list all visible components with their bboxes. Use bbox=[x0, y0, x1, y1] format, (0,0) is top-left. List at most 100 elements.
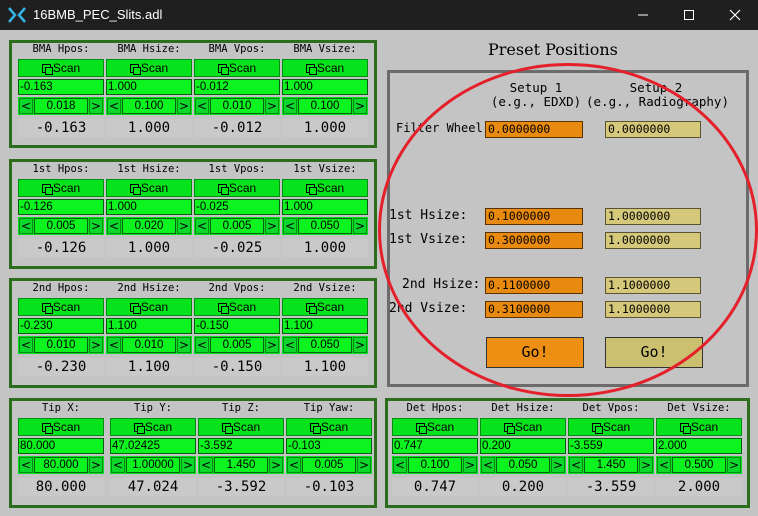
tweak-left-button[interactable]: < bbox=[107, 218, 121, 234]
tweak-right-button[interactable]: > bbox=[727, 457, 741, 473]
bma-bma-vsize-tweak-step-input[interactable]: 0.100 bbox=[298, 98, 352, 114]
tweak-left-button[interactable]: < bbox=[111, 457, 125, 473]
first-1st-vsize-tweak-step-input[interactable]: 0.050 bbox=[298, 218, 352, 234]
first-1st-hsize-tweak-step-input[interactable]: 0.020 bbox=[122, 218, 176, 234]
tweak-left-button[interactable]: < bbox=[199, 457, 213, 473]
second-2nd-hsize-scan-button[interactable]: Scan bbox=[106, 298, 192, 316]
tweak-left-button[interactable]: < bbox=[107, 98, 121, 114]
second-2nd-vpos-scan-button[interactable]: Scan bbox=[194, 298, 280, 316]
tweak-left-button[interactable]: < bbox=[195, 337, 209, 353]
second-2nd-hpos-tweak-step-input[interactable]: 0.010 bbox=[34, 337, 88, 353]
tip-tip-z-scan-button[interactable]: Scan bbox=[198, 418, 284, 436]
second-2nd-hpos-scan-button[interactable]: Scan bbox=[18, 298, 104, 316]
bma-bma-hpos-tweak-step-input[interactable]: 0.018 bbox=[34, 98, 88, 114]
tweak-right-button[interactable]: > bbox=[269, 457, 283, 473]
tip-tip-yaw-setpoint-input[interactable]: -0.103 bbox=[286, 438, 372, 454]
tweak-left-button[interactable]: < bbox=[569, 457, 583, 473]
det-det-vpos-scan-button[interactable]: Scan bbox=[568, 418, 654, 436]
setup2-second-hsize-input[interactable]: 1.1000000 bbox=[605, 277, 701, 294]
tweak-right-button[interactable]: > bbox=[265, 337, 279, 353]
first-1st-hpos-setpoint-input[interactable]: -0.126 bbox=[18, 199, 104, 215]
first-1st-vpos-tweak-step-input[interactable]: 0.005 bbox=[210, 218, 264, 234]
second-2nd-hsize-setpoint-input[interactable]: 1.100 bbox=[106, 318, 192, 334]
det-det-vsize-setpoint-input[interactable]: 2.000 bbox=[656, 438, 742, 454]
setup1-first-hsize-input[interactable]: 0.1000000 bbox=[485, 208, 583, 225]
setup2-first-hsize-input[interactable]: 1.0000000 bbox=[605, 208, 701, 225]
bma-bma-vpos-tweak-step-input[interactable]: 0.010 bbox=[210, 98, 264, 114]
tip-tip-x-scan-button[interactable]: Scan bbox=[18, 418, 104, 436]
det-det-vsize-tweak-step-input[interactable]: 0.500 bbox=[672, 457, 726, 473]
tweak-right-button[interactable]: > bbox=[177, 337, 191, 353]
det-det-hsize-tweak-step-input[interactable]: 0.050 bbox=[496, 457, 550, 473]
tweak-right-button[interactable]: > bbox=[639, 457, 653, 473]
tip-tip-y-scan-button[interactable]: Scan bbox=[110, 418, 196, 436]
tweak-right-button[interactable]: > bbox=[357, 457, 371, 473]
second-2nd-hpos-setpoint-input[interactable]: -0.230 bbox=[18, 318, 104, 334]
second-2nd-vpos-tweak-step-input[interactable]: 0.005 bbox=[210, 337, 264, 353]
det-det-hpos-tweak-step-input[interactable]: 0.100 bbox=[408, 457, 462, 473]
tweak-left-button[interactable]: < bbox=[19, 457, 33, 473]
setup1-first-vsize-input[interactable]: 0.3000000 bbox=[485, 232, 583, 249]
tweak-right-button[interactable]: > bbox=[89, 457, 103, 473]
det-det-hpos-scan-button[interactable]: Scan bbox=[392, 418, 478, 436]
tweak-right-button[interactable]: > bbox=[89, 218, 103, 234]
tweak-left-button[interactable]: < bbox=[19, 337, 33, 353]
tweak-right-button[interactable]: > bbox=[177, 98, 191, 114]
setup2-second-vsize-input[interactable]: 1.1000000 bbox=[605, 301, 701, 318]
tweak-left-button[interactable]: < bbox=[657, 457, 671, 473]
tweak-right-button[interactable]: > bbox=[353, 337, 367, 353]
tweak-left-button[interactable]: < bbox=[283, 337, 297, 353]
det-det-vsize-scan-button[interactable]: Scan bbox=[656, 418, 742, 436]
tweak-right-button[interactable]: > bbox=[89, 337, 103, 353]
bma-bma-vpos-setpoint-input[interactable]: -0.012 bbox=[194, 79, 280, 95]
det-det-hsize-setpoint-input[interactable]: 0.200 bbox=[480, 438, 566, 454]
first-1st-vpos-scan-button[interactable]: Scan bbox=[194, 179, 280, 197]
setup2-first-vsize-input[interactable]: 1.0000000 bbox=[605, 232, 701, 249]
det-det-vpos-tweak-step-input[interactable]: 1.450 bbox=[584, 457, 638, 473]
tweak-right-button[interactable]: > bbox=[353, 218, 367, 234]
second-2nd-vpos-setpoint-input[interactable]: -0.150 bbox=[194, 318, 280, 334]
bma-bma-hpos-scan-button[interactable]: Scan bbox=[18, 59, 104, 77]
bma-bma-hsize-scan-button[interactable]: Scan bbox=[106, 59, 192, 77]
second-2nd-vsize-tweak-step-input[interactable]: 0.050 bbox=[298, 337, 352, 353]
tweak-right-button[interactable]: > bbox=[353, 98, 367, 114]
first-1st-hsize-scan-button[interactable]: Scan bbox=[106, 179, 192, 197]
setup2-filter-wheel-input[interactable]: 0.0000000 bbox=[605, 121, 701, 138]
second-2nd-hsize-tweak-step-input[interactable]: 0.010 bbox=[122, 337, 176, 353]
det-det-vpos-setpoint-input[interactable]: -3.559 bbox=[568, 438, 654, 454]
tweak-right-button[interactable]: > bbox=[463, 457, 477, 473]
tweak-left-button[interactable]: < bbox=[283, 98, 297, 114]
tip-tip-yaw-scan-button[interactable]: Scan bbox=[286, 418, 372, 436]
tweak-left-button[interactable]: < bbox=[195, 98, 209, 114]
minimize-button[interactable] bbox=[620, 0, 666, 30]
setup1-filter-wheel-input[interactable]: 0.0000000 bbox=[485, 121, 583, 138]
tip-tip-y-setpoint-input[interactable]: 47.02425 bbox=[110, 438, 196, 454]
first-1st-hpos-tweak-step-input[interactable]: 0.005 bbox=[34, 218, 88, 234]
first-1st-vsize-scan-button[interactable]: Scan bbox=[282, 179, 368, 197]
bma-bma-hsize-tweak-step-input[interactable]: 0.100 bbox=[122, 98, 176, 114]
tweak-left-button[interactable]: < bbox=[19, 98, 33, 114]
tweak-left-button[interactable]: < bbox=[393, 457, 407, 473]
tweak-right-button[interactable]: > bbox=[89, 98, 103, 114]
tip-tip-yaw-tweak-step-input[interactable]: 0.005 bbox=[302, 457, 356, 473]
maximize-button[interactable] bbox=[666, 0, 712, 30]
first-1st-hsize-setpoint-input[interactable]: 1.000 bbox=[106, 199, 192, 215]
bma-bma-vsize-scan-button[interactable]: Scan bbox=[282, 59, 368, 77]
tweak-left-button[interactable]: < bbox=[287, 457, 301, 473]
second-2nd-vsize-scan-button[interactable]: Scan bbox=[282, 298, 368, 316]
first-1st-hpos-scan-button[interactable]: Scan bbox=[18, 179, 104, 197]
tweak-left-button[interactable]: < bbox=[19, 218, 33, 234]
tweak-left-button[interactable]: < bbox=[283, 218, 297, 234]
tweak-right-button[interactable]: > bbox=[265, 98, 279, 114]
setup1-second-hsize-input[interactable]: 0.1100000 bbox=[485, 277, 583, 294]
tweak-left-button[interactable]: < bbox=[481, 457, 495, 473]
close-button[interactable] bbox=[712, 0, 758, 30]
setup2-go-button[interactable]: Go! bbox=[605, 337, 703, 368]
tweak-right-button[interactable]: > bbox=[177, 218, 191, 234]
second-2nd-vsize-setpoint-input[interactable]: 1.100 bbox=[282, 318, 368, 334]
bma-bma-hpos-setpoint-input[interactable]: -0.163 bbox=[18, 79, 104, 95]
det-det-hsize-scan-button[interactable]: Scan bbox=[480, 418, 566, 436]
tweak-left-button[interactable]: < bbox=[195, 218, 209, 234]
bma-bma-vsize-setpoint-input[interactable]: 1.000 bbox=[282, 79, 368, 95]
setup1-go-button[interactable]: Go! bbox=[486, 337, 584, 368]
